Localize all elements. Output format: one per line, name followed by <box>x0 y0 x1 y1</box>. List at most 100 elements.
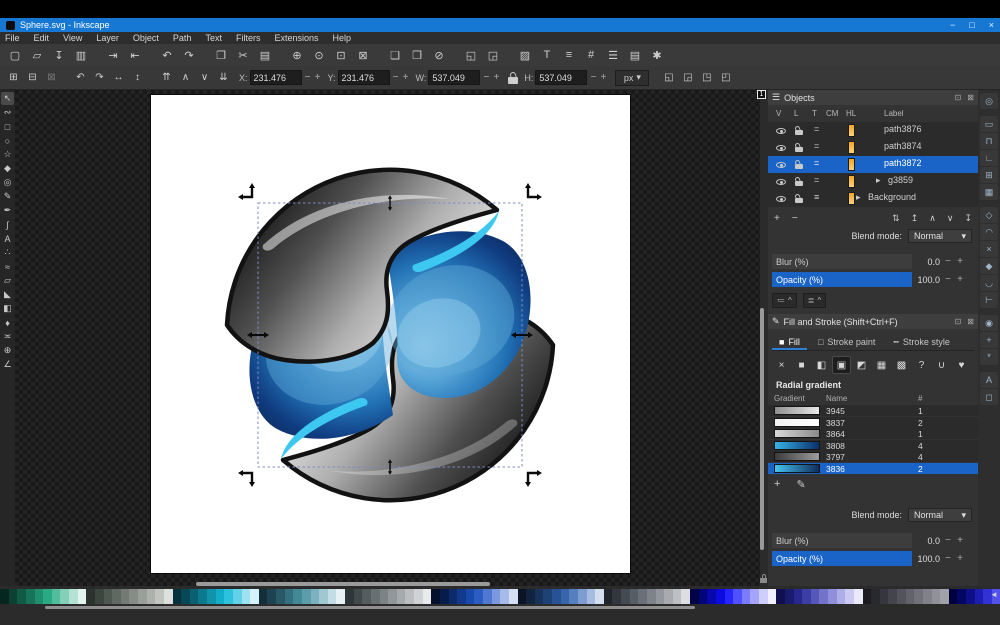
close-button[interactable]: × <box>989 20 994 30</box>
x-input[interactable]: 231.476 <box>250 70 302 85</box>
snap-page-border-toggle[interactable]: ◻ <box>980 389 998 405</box>
visibility-eye-icon[interactable] <box>776 128 786 134</box>
gradient-row-3864[interactable]: 38641 <box>768 428 978 439</box>
palette-swatch[interactable] <box>837 589 846 604</box>
palette-swatch[interactable] <box>0 589 9 604</box>
palette-swatch[interactable] <box>716 589 725 604</box>
palette-swatch[interactable] <box>293 589 302 604</box>
palette-swatch[interactable] <box>328 589 337 604</box>
paint-u-button[interactable]: ∪ <box>932 356 951 374</box>
snap-global-toggle[interactable]: ◎ <box>980 93 998 109</box>
minimize-button[interactable]: − <box>950 20 955 30</box>
star-tool[interactable]: ☆ <box>1 148 14 161</box>
maximize-button[interactable]: □ <box>969 20 974 30</box>
zoom-to-drawing-button[interactable]: ⊙ <box>308 46 330 64</box>
palette-swatch[interactable] <box>768 589 777 604</box>
dock-button[interactable]: ⊡ <box>955 93 962 102</box>
import-button[interactable]: ⇥ <box>102 46 124 64</box>
group-objects-button[interactable]: ◱ <box>460 46 482 64</box>
palette-swatch[interactable] <box>509 589 518 604</box>
palette-swatch[interactable] <box>845 589 854 604</box>
pencil-tool[interactable]: ✎ <box>1 190 14 203</box>
snap-smooth-nodes-toggle[interactable]: ◡ <box>980 275 998 291</box>
palette-swatch[interactable] <box>190 589 199 604</box>
palette-swatch[interactable] <box>267 589 276 604</box>
edit-gradient-button[interactable]: ✎ <box>796 478 805 491</box>
cut-button[interactable]: ✂ <box>232 46 254 64</box>
new-document-button[interactable]: ▢ <box>4 46 26 64</box>
snap-rotation-centers-toggle[interactable]: * <box>980 349 998 365</box>
fill-stroke-blur-slider[interactable]: Blur (%) <box>772 533 912 548</box>
gradient-row-3837[interactable]: 38372 <box>768 417 978 428</box>
snap-intersections-toggle[interactable]: × <box>980 241 998 257</box>
gradient-row-3836[interactable]: 38362 <box>768 463 978 474</box>
move-down-button[interactable]: ∨ <box>947 213 954 224</box>
spiral-tool[interactable]: ◎ <box>1 176 14 189</box>
palette-swatch[interactable] <box>690 589 699 604</box>
unit-dropdown[interactable]: px▾ <box>615 70 649 86</box>
snap-text-baseline-toggle[interactable]: A <box>980 372 998 388</box>
titlebar[interactable]: Sphere.svg - Inkscape −□× <box>0 18 1000 32</box>
duplicate-button[interactable]: ❏ <box>384 46 406 64</box>
zoom-tool[interactable]: ⊕ <box>1 344 14 357</box>
objects-opacity-slider[interactable]: Opacity (%) <box>772 272 912 287</box>
palette-swatch[interactable] <box>95 589 104 604</box>
palette-swatch[interactable] <box>104 589 113 604</box>
palette-swatch[interactable] <box>164 589 173 604</box>
ungroup-objects-button[interactable]: ◲ <box>482 46 504 64</box>
palette-swatch[interactable] <box>966 589 975 604</box>
palette-swatch[interactable] <box>518 589 527 604</box>
palette-swatch[interactable] <box>819 589 828 604</box>
paint-swatch-button[interactable]: ▩ <box>892 356 911 374</box>
palette-swatch[interactable] <box>285 589 294 604</box>
zoom-to-page-button[interactable]: ⊡ <box>330 46 352 64</box>
palette-swatch[interactable] <box>794 589 803 604</box>
palette-swatch[interactable] <box>604 589 613 604</box>
calligraphy-tool[interactable]: ∫ <box>1 218 14 231</box>
text-tool[interactable]: A <box>1 232 14 245</box>
snap-object-centers-toggle[interactable]: + <box>980 332 998 348</box>
palette-swatch[interactable] <box>345 589 354 604</box>
palette-swatch[interactable] <box>431 589 440 604</box>
dropper-tool[interactable]: ♦ <box>1 316 14 329</box>
menu-edit[interactable]: Edit <box>34 33 50 43</box>
raise-button[interactable]: ∧ <box>176 69 195 87</box>
palette-swatch[interactable] <box>561 589 570 604</box>
palette-swatch[interactable] <box>181 589 190 604</box>
palette-swatch[interactable] <box>630 589 639 604</box>
create-clone-button[interactable]: ❒ <box>406 46 428 64</box>
paste-button[interactable]: ▤ <box>254 46 276 64</box>
lock-icon[interactable] <box>795 177 803 186</box>
palette-swatch[interactable] <box>86 589 95 604</box>
unlink-clone-button[interactable]: ⊘ <box>428 46 450 64</box>
highlight-color-swatch[interactable] <box>848 192 855 205</box>
x-increment[interactable]: + <box>314 72 322 83</box>
snap-nodes-toggle[interactable]: ◇ <box>980 207 998 223</box>
palette-swatch[interactable] <box>587 589 596 604</box>
palette-swatch[interactable] <box>147 589 156 604</box>
palette-swatch[interactable] <box>802 589 811 604</box>
node-tool[interactable]: ∾ <box>1 106 14 119</box>
zoom-1-to-1-button[interactable]: ⊠ <box>352 46 374 64</box>
palette-swatch[interactable] <box>26 589 35 604</box>
palette-swatch[interactable] <box>371 589 380 604</box>
palette-swatch[interactable] <box>535 589 544 604</box>
palette-swatch[interactable] <box>311 589 320 604</box>
tab-stroke-style[interactable]: ╍Stroke style <box>886 334 956 350</box>
palette-swatch[interactable] <box>664 589 673 604</box>
palette-swatch[interactable] <box>474 589 483 604</box>
gradient-row-3797[interactable]: 37974 <box>768 451 978 462</box>
palette-swatch[interactable] <box>457 589 466 604</box>
palette-swatch[interactable] <box>578 589 587 604</box>
palette-swatch[interactable] <box>638 589 647 604</box>
gradient-tool[interactable]: ◧ <box>1 302 14 315</box>
remove-object-button[interactable]: − <box>792 213 798 224</box>
tab-fill[interactable]: ■Fill <box>772 334 807 350</box>
palette-swatch[interactable] <box>914 589 923 604</box>
paint-linear-gradient-button[interactable]: ◧ <box>812 356 831 374</box>
visibility-eye-icon[interactable] <box>776 196 786 202</box>
palette-swatch[interactable] <box>897 589 906 604</box>
palette-swatch[interactable] <box>483 589 492 604</box>
text-dialog-button[interactable]: T <box>536 46 558 64</box>
menu-filters[interactable]: Filters <box>236 33 261 43</box>
